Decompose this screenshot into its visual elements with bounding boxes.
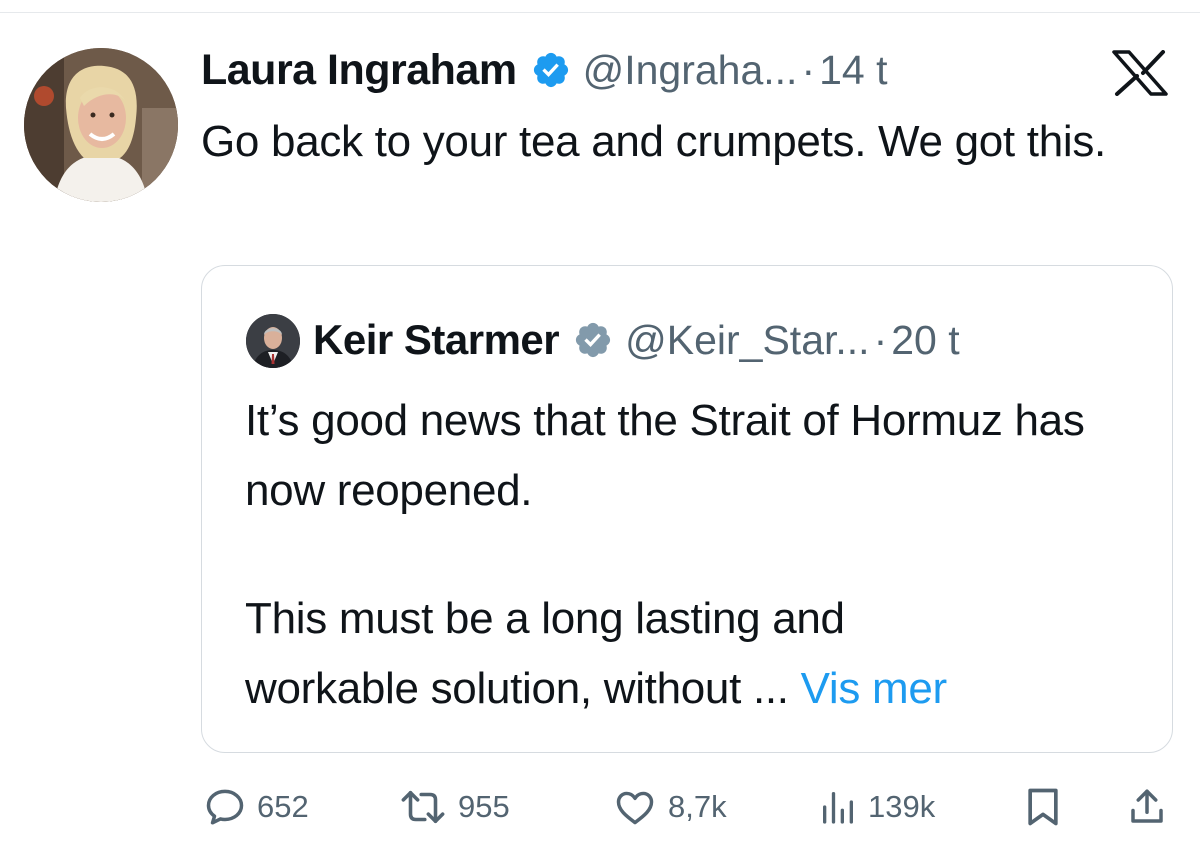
quoted-tweet-paragraph-2-line-2: workable solution, without ... Vis mer <box>245 654 1145 724</box>
author-handle[interactable]: @Ingraha... <box>583 47 798 94</box>
quoted-tweet-header: Keir Starmer @Keir_Star... · 20 t <box>313 306 960 374</box>
reply-icon <box>206 789 244 825</box>
bookmark-icon <box>1028 788 1058 826</box>
time-separator: · <box>801 46 816 93</box>
quoted-time-separator: · <box>873 316 888 363</box>
quoted-author-name[interactable]: Keir Starmer <box>313 316 560 364</box>
views-chart-icon <box>823 792 853 824</box>
tweet-header: Laura Ingraham @Ingraha... · 14 t <box>201 42 888 98</box>
like-count: 8,7k <box>668 789 727 824</box>
quoted-tweet-time[interactable]: 20 t <box>891 317 959 364</box>
views-button[interactable]: 139k <box>818 775 935 839</box>
share-button[interactable] <box>1126 775 1168 839</box>
author-name[interactable]: Laura Ingraham <box>201 46 517 95</box>
grey-verified-badge-icon <box>573 320 613 360</box>
heart-icon <box>616 791 654 825</box>
reply-count: 652 <box>257 789 309 824</box>
verified-badge-icon <box>531 50 571 90</box>
reply-button[interactable]: 652 <box>203 775 309 839</box>
views-count: 139k <box>868 789 936 824</box>
repost-button[interactable]: 955 <box>398 775 510 839</box>
repost-count: 955 <box>458 789 510 824</box>
quoted-tweet-paragraph-1: It’s good news that the Strait of Hormuz… <box>245 396 1085 515</box>
quoted-author-avatar[interactable] <box>246 314 300 368</box>
quoted-tweet-truncated-text: workable solution, without ... <box>245 664 789 713</box>
like-button[interactable]: 8,7k <box>612 775 727 839</box>
tweet-time[interactable]: 14 t <box>819 47 887 94</box>
quoted-author-handle[interactable]: @Keir_Star... <box>625 317 869 364</box>
show-more-link[interactable]: Vis mer <box>801 664 948 713</box>
bookmark-button[interactable] <box>1024 775 1062 839</box>
repost-icon <box>401 790 445 824</box>
author-avatar[interactable] <box>24 48 178 202</box>
quoted-tweet-card[interactable]: Keir Starmer @Keir_Star... · 20 t It’s g… <box>201 265 1173 753</box>
share-icon <box>1131 789 1163 823</box>
tweet-text: Go back to your tea and crumpets. We got… <box>201 117 1106 166</box>
quoted-author-avatar-image <box>246 314 300 368</box>
x-logo-icon <box>1112 50 1168 96</box>
tweet-action-bar: 652 955 8,7k 139k <box>0 775 1200 839</box>
top-divider <box>0 12 1200 13</box>
quoted-tweet-paragraph-2-line-1: This must be a long lasting and <box>245 594 845 643</box>
quoted-tweet-paragraph-2: This must be a long lasting and workable… <box>245 584 1145 724</box>
author-avatar-image <box>24 48 178 202</box>
